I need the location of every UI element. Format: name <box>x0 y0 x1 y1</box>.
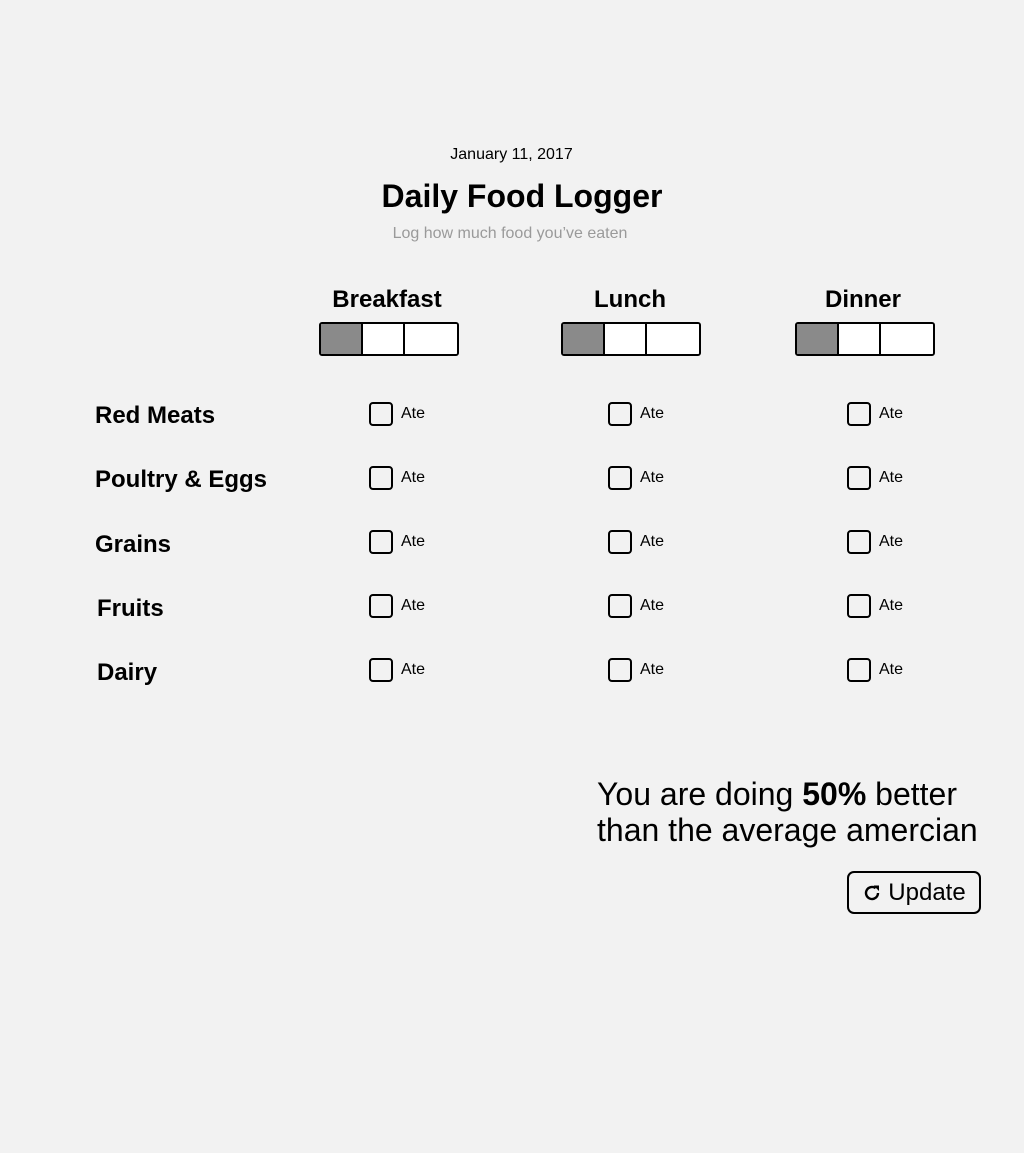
ate-cell: Ate <box>847 658 903 682</box>
ate-label: Ate <box>640 469 665 486</box>
food-label-poultry-eggs: Poultry & Eggs <box>95 466 268 493</box>
ate-label: Ate <box>401 405 426 422</box>
ate-checkbox-dairy-breakfast[interactable] <box>369 658 393 682</box>
food-label-red-meats: Red Meats <box>95 402 216 429</box>
ate-cell: Ate <box>369 402 425 426</box>
ate-cell: Ate <box>608 530 664 554</box>
ate-checkbox-grains-breakfast[interactable] <box>369 530 393 554</box>
update-button-label: Update <box>888 878 966 906</box>
ate-cell: Ate <box>369 466 425 490</box>
ate-label: Ate <box>879 597 904 614</box>
portion-segment-3[interactable] <box>647 324 699 354</box>
summary-text: You are doing 50% better than the average… <box>597 776 1017 848</box>
ate-cell: Ate <box>608 658 664 682</box>
food-label-fruits: Fruits <box>97 595 164 622</box>
portion-selector-lunch[interactable] <box>561 322 701 356</box>
portion-segment-1[interactable] <box>563 324 605 354</box>
ate-checkbox-red-meats-dinner[interactable] <box>847 402 871 426</box>
food-label-dairy: Dairy <box>97 659 158 686</box>
ate-checkbox-grains-dinner[interactable] <box>847 530 871 554</box>
page-subtitle: Log how much food you’ve eaten <box>392 225 628 242</box>
ate-cell: Ate <box>847 530 903 554</box>
ate-cell: Ate <box>608 466 664 490</box>
meal-title-lunch: Lunch <box>594 286 666 313</box>
summary-suffix: better <box>866 776 957 812</box>
ate-cell: Ate <box>847 402 903 426</box>
page-title: Daily Food Logger <box>381 178 663 214</box>
portion-segment-3[interactable] <box>881 324 933 354</box>
ate-label: Ate <box>401 533 426 550</box>
ate-checkbox-red-meats-lunch[interactable] <box>608 402 632 426</box>
ate-checkbox-red-meats-breakfast[interactable] <box>369 402 393 426</box>
ate-cell: Ate <box>608 402 664 426</box>
refresh-icon <box>865 885 880 900</box>
ate-cell: Ate <box>847 466 903 490</box>
ate-cell: Ate <box>369 530 425 554</box>
meal-title-dinner: Dinner <box>824 286 901 313</box>
ate-cell: Ate <box>847 594 903 618</box>
food-label-grains: Grains <box>95 531 172 558</box>
ate-checkbox-fruits-dinner[interactable] <box>847 594 871 618</box>
portion-segment-2[interactable] <box>839 324 881 354</box>
ate-checkbox-poultry-eggs-lunch[interactable] <box>608 466 632 490</box>
ate-label: Ate <box>401 597 426 614</box>
portion-selector-dinner[interactable] <box>795 322 935 356</box>
ate-label: Ate <box>640 405 665 422</box>
ate-label: Ate <box>879 533 904 550</box>
ate-label: Ate <box>879 469 904 486</box>
summary-percent: 50% <box>802 776 867 812</box>
ate-label: Ate <box>879 405 904 422</box>
ate-label: Ate <box>640 661 665 678</box>
ate-label: Ate <box>640 533 665 550</box>
ate-checkbox-grains-lunch[interactable] <box>608 530 632 554</box>
portion-segment-1[interactable] <box>321 324 363 354</box>
ate-checkbox-poultry-eggs-breakfast[interactable] <box>369 466 393 490</box>
ate-label: Ate <box>401 661 426 678</box>
ate-cell: Ate <box>369 658 425 682</box>
ate-label: Ate <box>640 597 665 614</box>
ate-label: Ate <box>879 661 904 678</box>
update-button[interactable]: Update <box>847 871 981 914</box>
portion-segment-2[interactable] <box>363 324 405 354</box>
ate-cell: Ate <box>369 594 425 618</box>
meal-title-breakfast: Breakfast <box>332 286 442 313</box>
portion-segment-1[interactable] <box>797 324 839 354</box>
ate-checkbox-dairy-dinner[interactable] <box>847 658 871 682</box>
portion-selector-breakfast[interactable] <box>319 322 459 356</box>
ate-checkbox-dairy-lunch[interactable] <box>608 658 632 682</box>
ate-checkbox-fruits-lunch[interactable] <box>608 594 632 618</box>
date-text: January 11, 2017 <box>450 146 573 163</box>
ate-checkbox-fruits-breakfast[interactable] <box>369 594 393 618</box>
summary-prefix: You are doing <box>597 776 803 812</box>
ate-label: Ate <box>401 469 426 486</box>
portion-segment-2[interactable] <box>605 324 647 354</box>
ate-cell: Ate <box>608 594 664 618</box>
summary-line2: than the average amercian <box>597 812 978 848</box>
portion-segment-3[interactable] <box>405 324 457 354</box>
ate-checkbox-poultry-eggs-dinner[interactable] <box>847 466 871 490</box>
